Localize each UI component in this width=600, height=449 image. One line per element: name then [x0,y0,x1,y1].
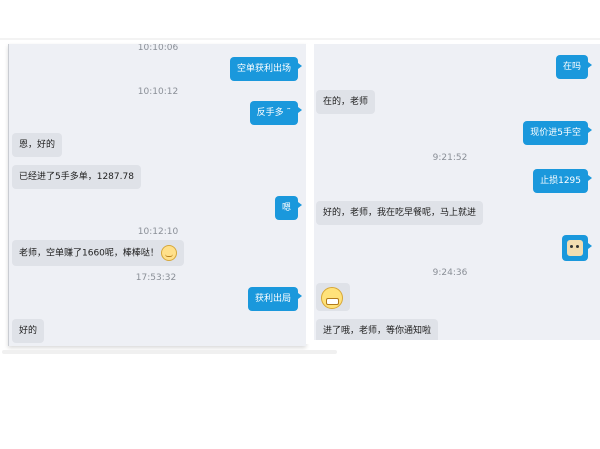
timestamp: 10:10:12 [137,87,179,97]
panel-edge [8,44,9,346]
outgoing-message[interactable]: 止损1295 [533,169,588,193]
outgoing-message[interactable]: 在吗 [555,55,588,79]
incoming-message[interactable]: 好的，老师，我在吃早餐呢，马上就进 [316,201,484,225]
panel-gutter [306,44,314,344]
cat-face-icon [567,240,583,256]
timestamp: 9:24:36 [432,268,468,278]
timestamp: 10:12:10 [137,227,179,237]
outgoing-tail [298,202,302,208]
outgoing-message[interactable]: 嗯 [274,196,298,220]
outgoing-tail [588,62,592,68]
message-text: 老师，空单赚了1660呢，棒棒哒！ [19,248,159,259]
outgoing-message[interactable]: 反手多 ˜ [249,101,298,125]
right-chat-panel: 在吗 在的，老师 现价进5手空 9:21:52 止损1295 好的，老师，我在吃… [314,44,600,340]
outgoing-tail [298,63,302,69]
top-divider [0,38,600,40]
grin-sticker-icon[interactable] [316,283,350,311]
outgoing-tail [298,293,302,299]
left-chat-panel: 10:10:06 空单获利出场 10:10:12 反手多 ˜ 恩，好的 已经进了… [8,44,306,346]
outgoing-message[interactable]: 现价进5手空 [523,121,588,145]
outgoing-tail [588,175,592,181]
timestamp: 17:53:32 [135,273,177,283]
incoming-message[interactable]: 在的，老师 [316,90,376,114]
incoming-message[interactable]: 恩，好的 [12,133,63,157]
timestamp: 9:21:52 [432,153,468,163]
cat-sticker-icon[interactable] [562,235,588,261]
outgoing-tail [588,243,592,249]
timestamp: 10:10:06 [137,44,179,53]
incoming-message[interactable]: 老师，空单赚了1660呢，棒棒哒！ [12,240,184,266]
grin-face-icon [321,287,343,309]
panel-shadow [2,350,337,354]
smile-emoji-icon [160,245,177,261]
outgoing-message[interactable]: 获利出局 [247,287,298,311]
incoming-message[interactable]: 好的 [12,319,45,343]
outgoing-message[interactable]: 空单获利出场 [229,57,298,81]
incoming-message[interactable]: 进了哦，老师，等你通知啦 [316,319,439,340]
outgoing-tail [588,127,592,133]
outgoing-tail [298,107,302,113]
incoming-message[interactable]: 已经进了5手多单，1287.78 [12,165,141,189]
